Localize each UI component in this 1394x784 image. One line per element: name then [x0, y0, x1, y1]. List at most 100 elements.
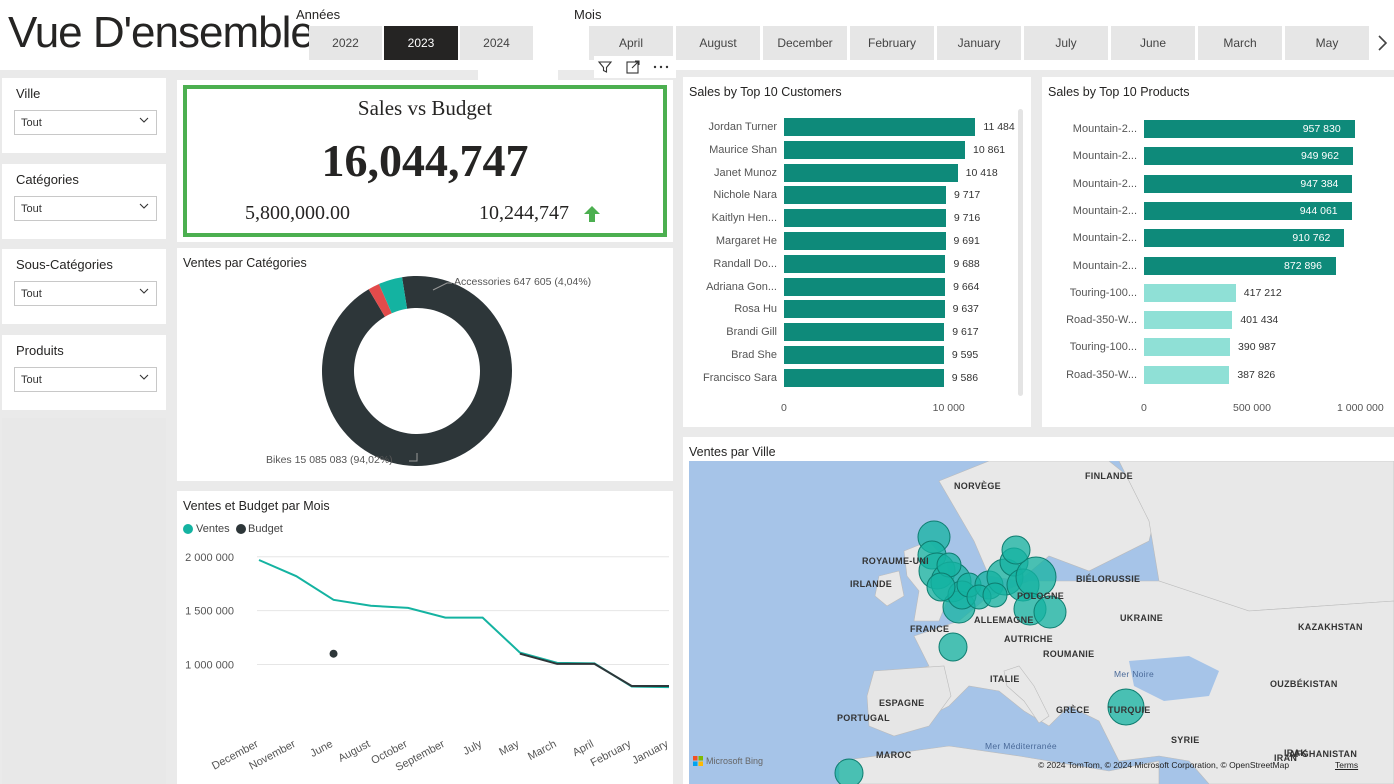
bar-category-label: Mountain-2...: [1072, 204, 1137, 217]
month-august-button[interactable]: August: [676, 26, 760, 60]
bar[interactable]: [784, 118, 976, 136]
bar[interactable]: [784, 346, 944, 364]
city-bubble: [938, 632, 968, 662]
monthly-line-card[interactable]: Ventes et Budget par Mois Ventes Budget …: [177, 491, 673, 784]
years-label: Années: [296, 7, 341, 22]
top-customers-card[interactable]: Sales by Top 10 Customers Jordan Turner 1…: [683, 77, 1031, 427]
year-2023-button[interactable]: 2023: [384, 26, 458, 60]
accessories-data-label: Accessories 647 605 (4,04%): [454, 276, 592, 288]
categories-donut-card[interactable]: Ventes par Catégories Accessories 647 60…: [177, 248, 673, 481]
kpi-card[interactable]: Sales vs Budget 16,044,747 5,800,000.00 …: [177, 80, 673, 242]
x-axis-tick-label: 10 000: [932, 402, 965, 414]
bar[interactable]: [784, 163, 958, 182]
filter-ville-dropdown[interactable]: Tout: [14, 110, 157, 135]
chevron-down-icon: [139, 374, 149, 380]
bar[interactable]: [784, 186, 946, 205]
bar-value-label: 944 061: [1299, 204, 1338, 217]
bar[interactable]: [784, 254, 946, 273]
bar-category-label: Adriana Gon...: [706, 280, 777, 293]
chevron-down-icon: [139, 288, 149, 294]
bar[interactable]: [784, 300, 945, 319]
top-products-card[interactable]: Sales by Top 10 Products Mountain-2... 95…: [1042, 77, 1394, 427]
bar-category-label: Jordan Turner: [708, 121, 777, 133]
bar[interactable]: [784, 323, 945, 342]
map-region-label: AFGHANISTAN: [1289, 749, 1358, 759]
year-2024-button[interactable]: 2024: [460, 26, 533, 60]
kpi-budget-value: 5,800,000.00: [245, 202, 350, 224]
filter-icon[interactable]: [597, 59, 613, 75]
filter-sous-categories-dropdown[interactable]: Tout: [14, 281, 157, 306]
bar-category-label: Francisco Sara: [703, 371, 777, 384]
bar-value-label: 9 664: [953, 280, 980, 293]
bar[interactable]: [784, 368, 944, 387]
city-map-card[interactable]: Ventes par Ville FINLANDE NORVÈGE ROYAUME-…: [683, 437, 1394, 784]
filter-categories-value: Tout: [21, 203, 42, 215]
city-map-title: Ventes par Ville: [689, 445, 776, 459]
filter-sous-categories: Sous-Catégories Tout: [2, 249, 166, 324]
bar-value-label: 387 826: [1237, 368, 1276, 381]
kpi-sales-value: 10,244,747: [479, 202, 569, 224]
map-terms-link[interactable]: Terms: [1335, 760, 1358, 770]
map-region-label: UKRAINE: [1120, 613, 1164, 623]
kpi-title: Sales vs Budget: [357, 96, 493, 120]
map-region-label: TURQUIE: [1108, 705, 1151, 715]
city-bubble: [834, 758, 864, 784]
bar[interactable]: [784, 140, 966, 159]
month-january-button[interactable]: January: [937, 26, 1021, 60]
donut-chart: [322, 276, 512, 466]
months-label: Mois: [574, 7, 602, 22]
bar-value-label: 390 987: [1238, 341, 1276, 354]
bar-category-label: Rosa Hu: [734, 303, 777, 316]
map-region-label: BIÉLORUSSIE: [1076, 574, 1141, 584]
bar[interactable]: [784, 277, 946, 296]
scrollbar[interactable]: [1018, 109, 1023, 396]
bar-category-label: Mountain-2...: [1072, 177, 1137, 190]
filter-sous-categories-value: Tout: [21, 288, 42, 300]
bar[interactable]: [1144, 311, 1233, 330]
filter-ville-label: Ville: [16, 86, 41, 101]
europe-map[interactable]: [689, 461, 1394, 784]
more-options-icon[interactable]: [652, 59, 670, 75]
filter-produits-dropdown[interactable]: Tout: [14, 367, 157, 392]
month-july-button[interactable]: July: [1024, 26, 1108, 60]
bing-logo: Microsoft Bing: [693, 756, 763, 766]
city-bubble: [982, 582, 1008, 608]
filter-categories-dropdown[interactable]: Tout: [14, 196, 157, 221]
year-2022-button[interactable]: 2022: [309, 26, 382, 60]
left-panel-background: [2, 418, 166, 784]
chevron-right-icon[interactable]: [1375, 34, 1389, 52]
month-december-button[interactable]: December: [763, 26, 847, 60]
map-region-label: FRANCE: [910, 624, 950, 634]
filter-produits: Produits Tout: [2, 335, 166, 410]
map-region-label: ESPAGNE: [879, 698, 925, 708]
map-region-label: Mer Noire: [1114, 669, 1155, 679]
bar[interactable]: [784, 209, 946, 228]
bar[interactable]: [1144, 338, 1231, 357]
bar[interactable]: [1144, 365, 1230, 384]
month-may-button[interactable]: May: [1285, 26, 1369, 60]
map-region-label: ROYAUME-UNI: [862, 556, 929, 566]
x-axis-tick-label: May: [497, 738, 521, 759]
microsoft-logo-icon: [693, 756, 703, 766]
bar-category-label: Touring-100...: [1069, 341, 1137, 354]
bar-value-label: 872 896: [1284, 259, 1322, 272]
filter-sous-categories-label: Sous-Catégories: [16, 257, 113, 272]
bar[interactable]: [1144, 283, 1236, 302]
month-february-button[interactable]: February: [850, 26, 934, 60]
bar[interactable]: [784, 232, 946, 250]
month-march-button[interactable]: March: [1198, 26, 1282, 60]
month-april-button[interactable]: April: [589, 26, 673, 60]
bar-value-label: 401 434: [1240, 314, 1279, 327]
map-credit[interactable]: © 2024 TomTom, © 2024 Microsoft Corporat…: [1038, 760, 1289, 770]
arrow-up-icon: [582, 204, 602, 224]
focus-mode-icon[interactable]: [625, 59, 641, 75]
x-axis-tick-label: 0: [1141, 402, 1147, 414]
x-axis-tick-label: 0: [781, 402, 787, 414]
bar-category-label: Margaret He: [715, 235, 777, 247]
bikes-data-label: Bikes 15 085 083 (94,02%): [266, 454, 393, 466]
month-june-button[interactable]: June: [1111, 26, 1195, 60]
bar-value-label: 957 830: [1302, 123, 1341, 135]
bar-value-label: 9 688: [953, 257, 980, 270]
bar-category-label: Road-350-W...: [1066, 314, 1137, 327]
bar-category-label: Brad She: [731, 349, 777, 361]
